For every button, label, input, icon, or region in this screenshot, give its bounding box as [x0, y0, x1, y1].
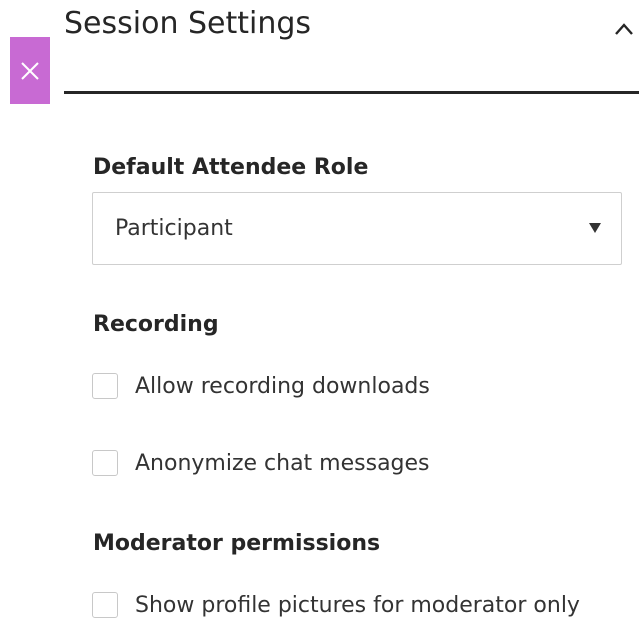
close-icon — [19, 60, 41, 82]
select-value: Participant — [115, 216, 233, 241]
default-attendee-role-select[interactable]: Participant — [92, 192, 622, 265]
allow-recording-downloads-checkbox[interactable] — [92, 373, 118, 399]
checkbox-label: Anonymize chat messages — [135, 450, 430, 476]
anonymize-chat-messages-checkbox[interactable] — [92, 450, 118, 476]
collapse-button[interactable] — [611, 17, 637, 43]
default-attendee-role-heading: Default Attendee Role — [93, 155, 369, 180]
close-button[interactable] — [10, 37, 50, 104]
header-divider — [64, 91, 639, 94]
moderator-permissions-heading: Moderator permissions — [93, 531, 381, 556]
show-profile-pictures-checkbox[interactable] — [92, 592, 118, 618]
checkbox-label: Show profile pictures for moderator only — [135, 592, 580, 618]
recording-heading: Recording — [93, 312, 219, 337]
checkbox-label: Allow recording downloads — [135, 373, 430, 399]
panel-title: Session Settings — [64, 6, 312, 41]
chevron-up-icon — [613, 19, 635, 41]
session-settings-panel: Session Settings Default Attendee Role P… — [0, 0, 639, 620]
caret-down-icon — [589, 223, 601, 233]
allow-recording-downloads-option[interactable]: Allow recording downloads — [92, 370, 430, 402]
anonymize-chat-messages-option[interactable]: Anonymize chat messages — [92, 447, 430, 479]
show-profile-pictures-option[interactable]: Show profile pictures for moderator only — [92, 589, 580, 620]
